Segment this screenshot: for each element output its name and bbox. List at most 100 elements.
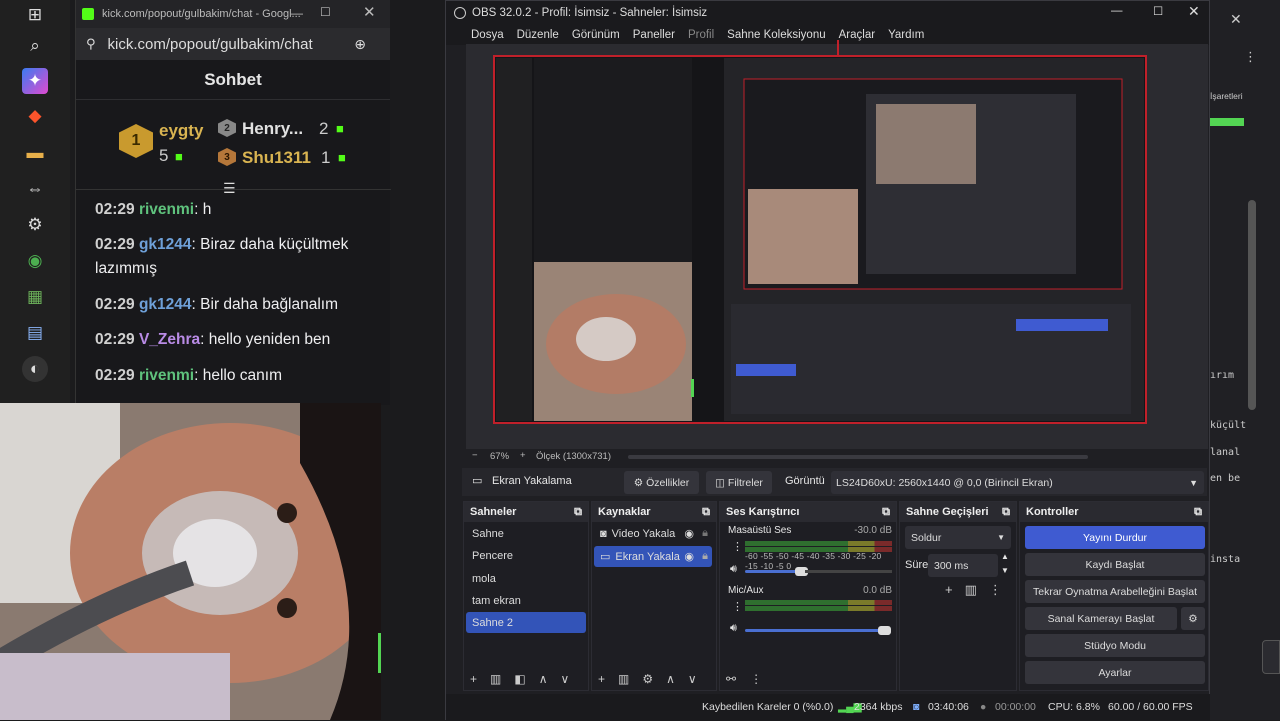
expand-icon[interactable]: ☰ [223,180,236,197]
source-item[interactable]: ◙ Video Yakala ◉ 🔒︎ [594,523,712,544]
menu-gorunum[interactable]: Görünüm [572,29,620,41]
lock-icon[interactable]: 🔒︎ [702,527,708,540]
minimize-icon[interactable]: — [291,6,303,20]
move-up-icon[interactable]: ∧ [539,672,561,686]
add-icon[interactable]: + [945,582,965,597]
site-info-icon[interactable]: ⚲ [86,36,96,52]
virtual-camera-button[interactable]: Sanal Kamerayı Başlat [1025,607,1177,630]
eye-icon[interactable]: ◉ [684,550,694,563]
minimize-icon[interactable]: — [1111,5,1123,17]
scrollbar-thumb[interactable] [1248,200,1256,410]
menu-araclar[interactable]: Araçlar [839,29,875,41]
leader-name-2[interactable]: Henry... [242,119,303,139]
chat-username[interactable]: rivenmi [139,201,194,218]
menu-paneller[interactable]: Paneller [633,29,675,41]
display-select[interactable]: LS24D60xU: 2560x1440 @ 0,0 (Birincil Ekr… [831,471,1204,494]
close-icon[interactable]: ✕ [1188,3,1200,20]
game-icon[interactable]: ▦ [22,284,48,310]
trash-icon[interactable]: ▥ [490,672,514,686]
menu-profil[interactable]: Profil [688,29,714,41]
scene-item[interactable]: Pencere [466,545,586,566]
settings-button[interactable]: Ayarlar [1025,661,1205,684]
replay-buffer-button[interactable]: Tekrar Oynatma Arabelleğini Başlat [1025,580,1205,603]
remote-desktop-icon[interactable]: ⇔ [22,176,48,202]
add-icon[interactable]: + [470,672,490,686]
kebab-menu-icon[interactable]: ⋮ [1244,49,1257,65]
transform-handle[interactable] [837,40,839,56]
copilot-icon[interactable]: ✦ [22,68,48,94]
trash-icon[interactable]: ▥ [618,672,642,686]
trash-icon[interactable]: ▥ [965,582,989,597]
leader-name-3[interactable]: Shu1311 [242,148,311,168]
zoom-out-icon[interactable]: − [472,450,478,461]
gear-icon[interactable]: ⚙ [642,672,666,686]
undock-icon[interactable]: ⧉ [574,506,582,519]
chat-username[interactable]: gk1244 [139,236,192,253]
url-text[interactable]: kick.com/popout/gulbakim/chat [108,36,313,53]
speaker-icon[interactable]: 🔊︎ [730,563,737,576]
speaker-icon[interactable]: 🔊︎ [730,622,737,635]
kebab-menu-icon[interactable]: ⋮ [989,582,1014,597]
folder-icon[interactable]: ▬ [22,140,48,166]
menu-duzenle[interactable]: Düzenle [517,29,559,41]
source-item-selected[interactable]: ▭ Ekran Yakala ◉ 🔒︎ [594,546,712,567]
undock-icon[interactable]: ⧉ [702,506,710,519]
duration-input[interactable]: 300 ms [928,554,998,577]
filter-icon[interactable]: ◧ [514,672,538,686]
kebab-menu-icon[interactable]: ⋮ [732,540,743,553]
preview-scrollbar[interactable] [628,455,1088,459]
scene-item[interactable]: tam ekran [466,590,586,611]
menu-dosya[interactable]: Dosya [471,29,504,41]
brave-icon[interactable]: ◆ [22,103,48,129]
leader-count-1: 5 [159,146,169,165]
url-bar[interactable]: ⚲ kick.com/popout/gulbakim/chat ⊕ [76,28,390,60]
undock-icon[interactable]: ⧉ [1002,506,1010,519]
settings-icon[interactable]: ⚙ [22,212,48,238]
undock-icon[interactable]: ⧉ [882,506,890,519]
start-record-button[interactable]: Kaydı Başlat [1025,553,1205,576]
studio-mode-button[interactable]: Stüdyo Modu [1025,634,1205,657]
chrome-icon[interactable]: ◉ [22,248,48,274]
eye-icon[interactable]: ◉ [684,527,694,540]
kebab-menu-icon[interactable]: ⋮ [732,600,743,613]
menu-yardim[interactable]: Yardım [888,29,924,41]
stepper-down-icon[interactable]: ▼ [1001,566,1009,575]
volume-knob[interactable] [878,626,891,635]
gear-icon[interactable]: ⚙ [1181,607,1205,630]
maximize-icon[interactable]: ☐ [1153,4,1163,18]
zoom-in-icon[interactable]: + [520,450,526,461]
windows-icon[interactable]: ⊞ [22,2,48,28]
undock-icon[interactable]: ⧉ [1194,506,1202,519]
move-down-icon[interactable]: ∨ [561,672,583,686]
close-icon[interactable]: ✕ [363,3,376,21]
scene-item[interactable]: Sahne [466,523,586,544]
lock-icon[interactable]: 🔒︎ [702,550,708,563]
server-icon[interactable]: ▤ [22,320,48,346]
obs-icon[interactable]: ◐ [22,356,48,382]
leader-name-1[interactable]: eygty [159,121,203,141]
close-icon[interactable]: ✕ [1230,11,1242,28]
move-up-icon[interactable]: ∧ [666,672,688,686]
filters-button[interactable]: ◫ Filtreler [706,471,772,494]
search-icon[interactable]: ⌕ [22,33,48,59]
chat-username[interactable]: gk1244 [139,296,192,313]
menu-sahne-koleksiyonu[interactable]: Sahne Koleksiyonu [727,29,825,41]
properties-button[interactable]: ⚙ Özellikler [624,471,699,494]
side-panel-tab[interactable] [1262,640,1280,674]
kebab-menu-icon[interactable]: ⋮ [750,672,776,686]
scene-item[interactable]: mola [466,568,586,589]
chat-username[interactable]: rivenmi [139,367,194,384]
link-icon[interactable]: ⚯ [726,672,750,686]
move-down-icon[interactable]: ∨ [688,672,710,686]
add-icon[interactable]: + [598,672,618,686]
maximize-icon[interactable]: ☐ [320,5,331,19]
preview-canvas[interactable] [466,40,1208,449]
zoom-icon[interactable]: ⊕ [354,36,366,53]
bookmarks-label[interactable]: İşaretleri [1210,91,1243,101]
scene-item-selected[interactable]: Sahne 2 [466,612,586,633]
transition-select[interactable]: Soldur ▼ [905,526,1011,549]
stop-stream-button[interactable]: Yayını Durdur [1025,526,1205,549]
chat-username[interactable]: V_Zehra [139,331,200,348]
volume-slider[interactable] [745,629,883,632]
stepper-up-icon[interactable]: ▲ [1001,552,1009,561]
